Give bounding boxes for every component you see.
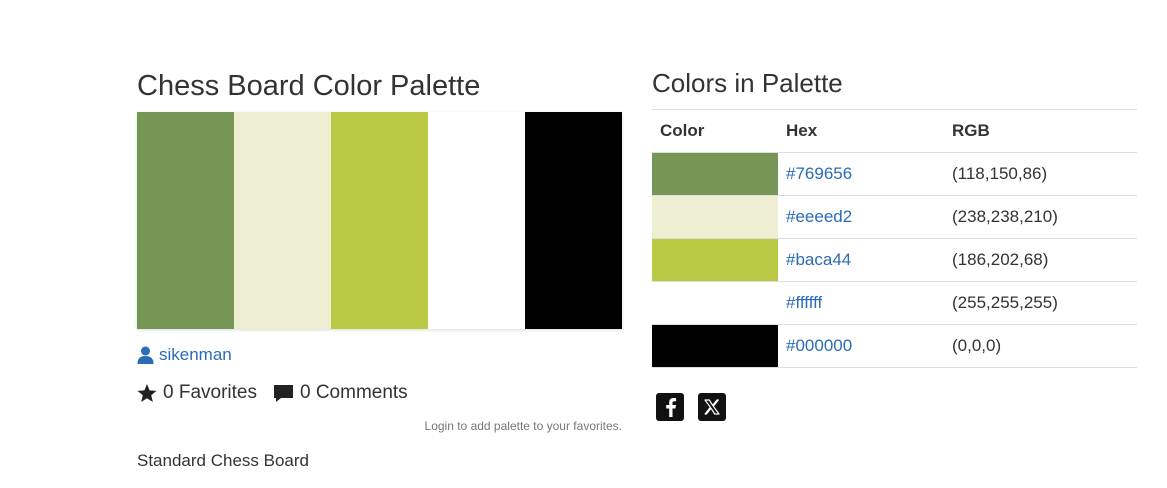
star-icon <box>137 383 157 402</box>
header-hex: Hex <box>778 109 944 153</box>
palette-swatch[interactable] <box>234 112 331 329</box>
hex-link[interactable]: #ffffff <box>786 293 822 312</box>
palette-swatch[interactable] <box>331 112 428 329</box>
comments-stat[interactable]: 0 Comments <box>273 382 408 404</box>
palette-swatch[interactable] <box>428 112 525 329</box>
favorites-stat[interactable]: 0 Favorites <box>137 382 257 404</box>
header-rgb: RGB <box>944 109 1137 153</box>
comment-icon <box>273 384 293 402</box>
colors-panel: Colors in Palette Color Hex RGB #769656 … <box>652 64 1137 421</box>
x-icon <box>704 399 720 415</box>
table-row: #000000 (0,0,0) <box>652 324 1137 368</box>
color-swatch-cell <box>652 281 778 325</box>
hex-link[interactable]: #baca44 <box>786 250 851 269</box>
facebook-share-button[interactable] <box>656 393 684 421</box>
color-swatch-cell <box>652 324 778 368</box>
author-link[interactable]: sikenman <box>159 344 232 366</box>
page: Chess Board Color Palette sikenman 0 Fav… <box>0 0 1167 488</box>
rgb-value: (118,150,86) <box>944 152 1137 196</box>
rgb-value: (255,255,255) <box>944 281 1137 325</box>
palette-swatch-strip[interactable] <box>137 112 622 329</box>
share-buttons <box>652 393 1137 421</box>
rgb-value: (0,0,0) <box>944 324 1137 368</box>
hex-link[interactable]: #000000 <box>786 336 852 355</box>
hex-link[interactable]: #eeeed2 <box>786 207 852 226</box>
comments-count: 0 Comments <box>299 382 408 403</box>
stats-line: 0 Favorites 0 Comments <box>137 380 622 406</box>
table-row: #769656 (118,150,86) <box>652 152 1137 196</box>
facebook-icon <box>666 398 677 417</box>
table-row: #eeeed2 (238,238,210) <box>652 195 1137 239</box>
rgb-value: (186,202,68) <box>944 238 1137 282</box>
color-swatch-cell <box>652 152 778 196</box>
table-row: #ffffff (255,255,255) <box>652 281 1137 325</box>
color-swatch-cell <box>652 238 778 282</box>
user-icon <box>137 346 154 364</box>
table-row: #baca44 (186,202,68) <box>652 238 1137 282</box>
author-line: sikenman <box>137 344 622 366</box>
login-note: Login to add palette to your favorites. <box>424 419 622 433</box>
palette-description: Standard Chess Board <box>137 451 309 470</box>
favorites-count: 0 Favorites <box>163 382 257 403</box>
page-title: Chess Board Color Palette <box>137 70 481 102</box>
colors-table: Color Hex RGB #769656 (118,150,86) #eeee… <box>652 109 1137 368</box>
palette-swatch[interactable] <box>137 112 234 329</box>
palette-swatch[interactable] <box>525 112 622 329</box>
table-header-row: Color Hex RGB <box>652 109 1137 153</box>
x-share-button[interactable] <box>698 393 726 421</box>
color-swatch-cell <box>652 195 778 239</box>
hex-link[interactable]: #769656 <box>786 164 852 183</box>
rgb-value: (238,238,210) <box>944 195 1137 239</box>
section-title: Colors in Palette <box>652 68 843 98</box>
palette-panel: Chess Board Color Palette sikenman 0 Fav… <box>137 66 622 472</box>
header-color: Color <box>652 109 778 153</box>
